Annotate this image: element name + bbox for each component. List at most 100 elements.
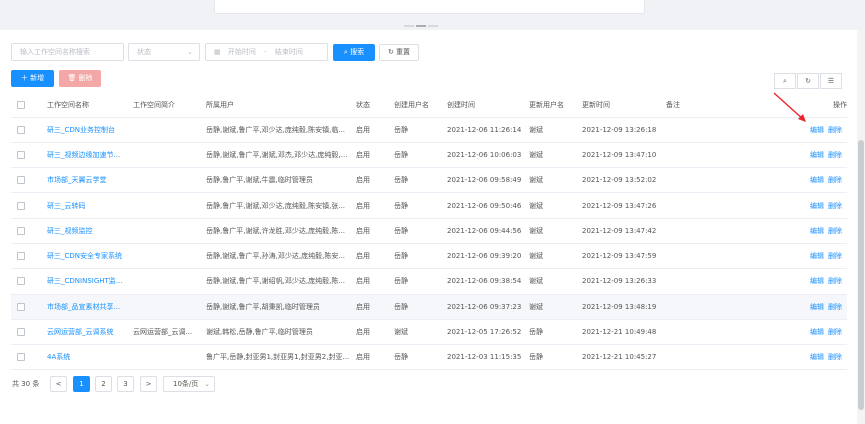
workspace-name-link[interactable]: 研三_CDN业务控制台 bbox=[47, 126, 115, 134]
delete-link[interactable]: 删除 bbox=[828, 252, 842, 260]
search-button-label: 搜索 bbox=[350, 48, 365, 56]
next-page-button[interactable]: > bbox=[140, 376, 157, 392]
delete-link[interactable]: 删除 bbox=[828, 303, 842, 311]
trash-icon: 🗑 bbox=[67, 74, 77, 82]
date-range-picker[interactable]: ▦ 开始时间 - 结束时间 bbox=[205, 43, 328, 61]
select-all-checkbox[interactable] bbox=[17, 101, 25, 110]
workspace-name-link[interactable]: 研三_CDNINSIGHT监... bbox=[47, 277, 122, 285]
status-placeholder: 状态 bbox=[137, 48, 151, 56]
row-checkbox[interactable] bbox=[17, 252, 25, 261]
delete-link[interactable]: 删除 bbox=[828, 328, 842, 336]
edit-link[interactable]: 编辑 bbox=[810, 252, 824, 260]
col-header: 所属用户 bbox=[206, 94, 356, 118]
chevron-down-icon: ⌄ bbox=[204, 380, 210, 388]
status-text: 启用 bbox=[356, 277, 370, 286]
workspace-name-link[interactable]: 市场部_天翼云学堂 bbox=[47, 176, 107, 184]
status-text: 启用 bbox=[356, 176, 370, 185]
prev-page-button[interactable]: < bbox=[50, 376, 67, 392]
updater-name: 谢斌 bbox=[529, 252, 543, 261]
workspace-users: 岳静,谢斌,鲁广平,孙涛,邓少达,庞纯毅,陈安... bbox=[206, 252, 346, 261]
col-header: 状态 bbox=[356, 94, 394, 118]
edit-link[interactable]: 编辑 bbox=[810, 353, 824, 361]
scrollbar-thumb[interactable] bbox=[858, 140, 864, 410]
status-text: 启用 bbox=[356, 125, 370, 134]
workspace-users: 谢斌,韩松,岳静,鲁广平,临时管理员 bbox=[206, 328, 313, 337]
updater-name: 谢斌 bbox=[529, 150, 543, 159]
page-3-button[interactable]: 3 bbox=[117, 376, 134, 392]
page-1-button[interactable]: 1 bbox=[73, 376, 90, 392]
edit-link[interactable]: 编辑 bbox=[810, 227, 824, 235]
row-checkbox[interactable] bbox=[17, 150, 25, 159]
col-header: 更新用户名 bbox=[529, 94, 582, 118]
table-header-row: 工作空间名称 工作空间简介 所属用户 状态 创建用户名 创建时间 更新用户名 更… bbox=[11, 94, 847, 118]
updater-name: 谢斌 bbox=[529, 201, 543, 210]
workspace-name-link[interactable]: 研三_视频监控 bbox=[47, 227, 93, 235]
workspace-name-link[interactable]: 研三_视频边缘加速节... bbox=[47, 151, 120, 159]
search-input[interactable]: 输入工作空间名称搜索 bbox=[11, 43, 124, 61]
row-checkbox[interactable] bbox=[17, 176, 25, 185]
range-separator: - bbox=[264, 48, 267, 56]
row-checkbox[interactable] bbox=[17, 353, 25, 362]
edit-link[interactable]: 编辑 bbox=[810, 151, 824, 159]
updater-name: 谢斌 bbox=[529, 277, 543, 286]
status-select[interactable]: 状态 ⌄ bbox=[128, 43, 200, 61]
workspace-users: 岳静,谢斌,鲁广平,谢绍帆,邓少达,庞纯毅,陈... bbox=[206, 277, 346, 286]
row-checkbox[interactable] bbox=[17, 302, 25, 311]
columns-icon[interactable]: ☰ bbox=[820, 73, 842, 89]
page-2-button[interactable]: 2 bbox=[95, 376, 112, 392]
edit-link[interactable]: 编辑 bbox=[810, 202, 824, 210]
row-checkbox[interactable] bbox=[17, 201, 25, 210]
created-time: 2021-12-05 17:26:52 bbox=[447, 328, 522, 337]
row-checkbox[interactable] bbox=[17, 125, 25, 134]
status-text: 启用 bbox=[356, 353, 370, 362]
search-button[interactable]: ⌕ 搜索 bbox=[333, 44, 375, 61]
add-button[interactable]: ＋ 新增 bbox=[11, 70, 54, 87]
delete-link[interactable]: 删除 bbox=[828, 126, 842, 134]
status-text: 启用 bbox=[356, 226, 370, 235]
workspace-table: 工作空间名称 工作空间简介 所属用户 状态 创建用户名 创建时间 更新用户名 更… bbox=[11, 94, 847, 371]
table-row: 4A系统 鲁广平,岳静,封亚男1,封亚男1,封亚男2,封亚... 启用 岳静 2021-… bbox=[11, 344, 847, 371]
edit-link[interactable]: 编辑 bbox=[810, 126, 824, 134]
creator-name: 岳静 bbox=[394, 226, 408, 235]
workspace-name-link[interactable]: 研三_CDN安全专家系统 bbox=[47, 252, 122, 260]
edit-link[interactable]: 编辑 bbox=[810, 176, 824, 184]
workspace-name-link[interactable]: 市场部_品宣素材共享... bbox=[47, 303, 120, 311]
edit-link[interactable]: 编辑 bbox=[810, 303, 824, 311]
page-size-select[interactable]: 10条/页 ⌄ bbox=[163, 376, 215, 392]
creator-name: 岳静 bbox=[394, 176, 408, 185]
creator-name: 岳静 bbox=[394, 201, 408, 210]
refresh-icon-button[interactable]: ↻ bbox=[797, 73, 819, 89]
delete-link[interactable]: 删除 bbox=[828, 151, 842, 159]
delete-link[interactable]: 删除 bbox=[828, 227, 842, 235]
delete-link[interactable]: 删除 bbox=[828, 353, 842, 361]
top-card bbox=[214, 0, 645, 14]
table-row: 研三_CDN安全专家系统 岳静,谢斌,鲁广平,孙涛,邓少达,庞纯毅,陈安... 启用… bbox=[11, 243, 847, 270]
updater-name: 谢斌 bbox=[529, 226, 543, 235]
updater-name: 岳静 bbox=[529, 353, 543, 362]
status-text: 启用 bbox=[356, 150, 370, 159]
annotation-arrow bbox=[773, 92, 806, 122]
reset-button[interactable]: ↻ 重置 bbox=[379, 44, 419, 61]
delete-link[interactable]: 删除 bbox=[828, 176, 842, 184]
created-time: 2021-12-06 09:37:23 bbox=[447, 302, 522, 311]
delete-link[interactable]: 删除 bbox=[828, 202, 842, 210]
delete-link[interactable]: 删除 bbox=[828, 277, 842, 285]
search-toggle-icon[interactable]: ⌕ bbox=[774, 73, 796, 89]
batch-delete-button[interactable]: 🗑 删除 bbox=[59, 70, 101, 87]
edit-link[interactable]: 编辑 bbox=[810, 277, 824, 285]
workspace-name-link[interactable]: 研三_云转码 bbox=[47, 202, 86, 210]
row-checkbox[interactable] bbox=[17, 328, 25, 337]
row-checkbox[interactable] bbox=[17, 277, 25, 286]
edit-link[interactable]: 编辑 bbox=[810, 328, 824, 336]
updater-name: 谢斌 bbox=[529, 302, 543, 311]
calendar-icon: ▦ bbox=[214, 48, 221, 56]
table-row: 市场部_天翼云学堂 岳静,鲁广平,谢斌,牛震,临时管理员 启用 岳静 2021-12-0… bbox=[11, 167, 847, 194]
drag-handle[interactable] bbox=[404, 21, 440, 27]
workspace-name-link[interactable]: 云网运营部_云调系统 bbox=[47, 328, 114, 336]
row-checkbox[interactable] bbox=[17, 226, 25, 235]
table-row: 研三_视频边缘加速节... 岳静,谢斌,鲁广平,谢斌,邓杰,邓少达,庞纯毅,陈安.… bbox=[11, 142, 847, 169]
updater-name: 谢斌 bbox=[529, 176, 543, 185]
end-date-placeholder: 结束时间 bbox=[274, 48, 303, 56]
creator-name: 岳静 bbox=[394, 150, 408, 159]
workspace-name-link[interactable]: 4A系统 bbox=[47, 353, 70, 361]
